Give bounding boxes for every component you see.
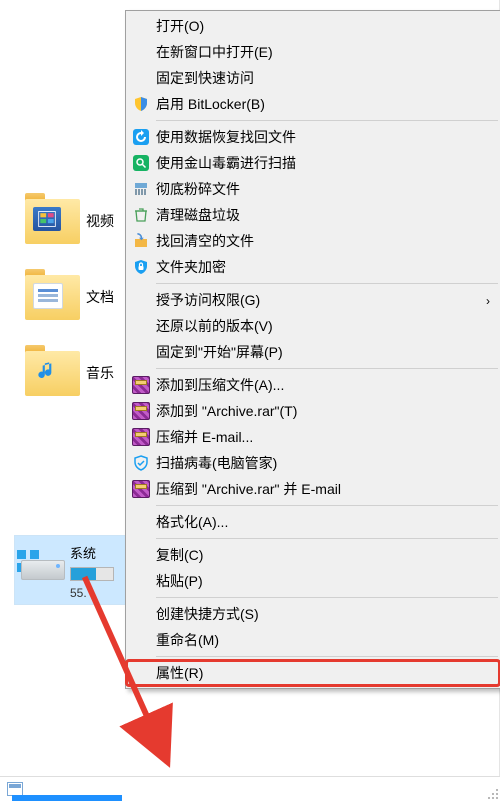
menu-item-clean-disk[interactable]: 清理磁盘垃圾	[126, 202, 500, 228]
menu-item-folder-encrypt[interactable]: 文件夹加密	[126, 254, 500, 280]
menu-item-shred-file[interactable]: 彻底粉碎文件	[126, 176, 500, 202]
menu-item-recover-files[interactable]: 使用数据恢复找回文件	[126, 124, 500, 150]
view-icon[interactable]	[7, 782, 23, 796]
menu-item-enable-bitlocker[interactable]: 启用 BitLocker(B)	[126, 91, 500, 117]
video-icon	[33, 207, 61, 231]
menu-item-properties[interactable]: 属性(R)	[126, 660, 500, 686]
folder-label: 音乐	[86, 363, 114, 383]
menu-item-open[interactable]: 打开(O)	[126, 13, 500, 39]
menu-item-label: 固定到"开始"屏幕(P)	[156, 342, 500, 362]
menu-item-label: 创建快捷方式(S)	[156, 604, 500, 624]
scan-green-icon	[126, 155, 156, 171]
folder-icon	[25, 199, 80, 244]
undelete-icon	[126, 233, 156, 249]
menu-item-scan-kingsoft[interactable]: 使用金山毒霸进行扫描	[126, 150, 500, 176]
menu-item-open-new-window[interactable]: 在新窗口中打开(E)	[126, 39, 500, 65]
menu-item-label: 启用 BitLocker(B)	[156, 94, 500, 114]
menu-separator	[156, 656, 498, 657]
shield-blue-icon	[126, 455, 156, 471]
menu-item-label: 添加到 "Archive.rar"(T)	[156, 401, 500, 421]
menu-item-add-to-archive[interactable]: 添加到压缩文件(A)...	[126, 372, 500, 398]
menu-item-label: 压缩并 E-mail...	[156, 427, 500, 447]
rar-icon	[126, 402, 156, 420]
selection-bar	[12, 795, 122, 801]
music-icon	[33, 359, 61, 383]
drive-name: 系统	[70, 543, 125, 562]
menu-item-label: 固定到快速访问	[156, 68, 500, 88]
menu-item-compress-email[interactable]: 压缩并 E-mail...	[126, 424, 500, 450]
menu-item-label: 添加到压缩文件(A)...	[156, 375, 500, 395]
menu-item-rename[interactable]: 重命名(M)	[126, 627, 500, 653]
drive-usage-bar	[70, 567, 114, 581]
menu-item-label: 使用数据恢复找回文件	[156, 127, 500, 147]
menu-item-label: 找回清空的文件	[156, 231, 500, 251]
submenu-arrow-icon: ›	[486, 294, 490, 308]
menu-separator	[156, 283, 498, 284]
menu-item-label: 格式化(A)...	[156, 512, 500, 532]
menu-item-label: 还原以前的版本(V)	[156, 316, 500, 336]
folder-item-documents[interactable]: 文档	[25, 262, 130, 332]
menu-separator	[156, 597, 498, 598]
folder-icon	[25, 351, 80, 396]
folder-item-video[interactable]: 视频	[25, 186, 130, 256]
menu-item-label: 授予访问权限(G)	[156, 290, 500, 310]
drive-info: 系统 55.	[70, 536, 125, 604]
menu-separator	[156, 368, 498, 369]
menu-item-label: 重命名(M)	[156, 630, 500, 650]
drive-icon	[15, 536, 70, 604]
folder-items-area: 视频 文档 音乐	[0, 180, 130, 414]
menu-item-recover-emptied[interactable]: 找回清空的文件	[126, 228, 500, 254]
menu-item-create-shortcut[interactable]: 创建快捷方式(S)	[126, 601, 500, 627]
menu-item-format[interactable]: 格式化(A)...	[126, 509, 500, 535]
menu-item-copy[interactable]: 复制(C)	[126, 542, 500, 568]
document-icon	[33, 283, 63, 309]
lock-blue-icon	[126, 259, 156, 275]
resize-handle[interactable]	[488, 789, 498, 799]
trash-icon	[126, 207, 156, 223]
menu-item-pin-quick-access[interactable]: 固定到快速访问	[126, 65, 500, 91]
menu-item-label: 粘贴(P)	[156, 571, 500, 591]
menu-item-label: 使用金山毒霸进行扫描	[156, 153, 500, 173]
folder-label: 文档	[86, 287, 114, 307]
shred-icon	[126, 181, 156, 197]
menu-item-label: 彻底粉碎文件	[156, 179, 500, 199]
menu-separator	[156, 505, 498, 506]
drive-subtext: 55.	[70, 586, 125, 600]
menu-item-label: 在新窗口中打开(E)	[156, 42, 500, 62]
folder-label: 视频	[86, 211, 114, 231]
menu-item-label: 打开(O)	[156, 16, 500, 36]
menu-item-label: 属性(R)	[156, 663, 500, 683]
folder-item-music[interactable]: 音乐	[25, 338, 130, 408]
drive-item-system[interactable]: 系统 55.	[14, 535, 126, 605]
recover-blue-icon	[126, 129, 156, 145]
menu-item-label: 扫描病毒(电脑管家)	[156, 453, 500, 473]
shield-uac-icon	[126, 96, 156, 112]
folder-icon	[25, 275, 80, 320]
context-menu: 打开(O) 在新窗口中打开(E) 固定到快速访问启用 BitLocker(B) 使用数…	[125, 10, 500, 689]
menu-item-label: 复制(C)	[156, 545, 500, 565]
menu-item-add-to-archive-rar[interactable]: 添加到 "Archive.rar"(T)	[126, 398, 500, 424]
menu-separator	[156, 120, 498, 121]
rar-icon	[126, 376, 156, 394]
menu-item-label: 压缩到 "Archive.rar" 并 E-mail	[156, 479, 500, 499]
menu-item-scan-virus-guanjia[interactable]: 扫描病毒(电脑管家)	[126, 450, 500, 476]
menu-item-label: 文件夹加密	[156, 257, 500, 277]
menu-item-restore-previous[interactable]: 还原以前的版本(V)	[126, 313, 500, 339]
menu-item-give-access[interactable]: 授予访问权限(G)›	[126, 287, 500, 313]
menu-item-label: 清理磁盘垃圾	[156, 205, 500, 225]
rar-icon	[126, 428, 156, 446]
menu-item-paste[interactable]: 粘贴(P)	[126, 568, 500, 594]
rar-icon	[126, 480, 156, 498]
menu-separator	[156, 538, 498, 539]
menu-item-compress-archive-email[interactable]: 压缩到 "Archive.rar" 并 E-mail	[126, 476, 500, 502]
menu-item-pin-start[interactable]: 固定到"开始"屏幕(P)	[126, 339, 500, 365]
